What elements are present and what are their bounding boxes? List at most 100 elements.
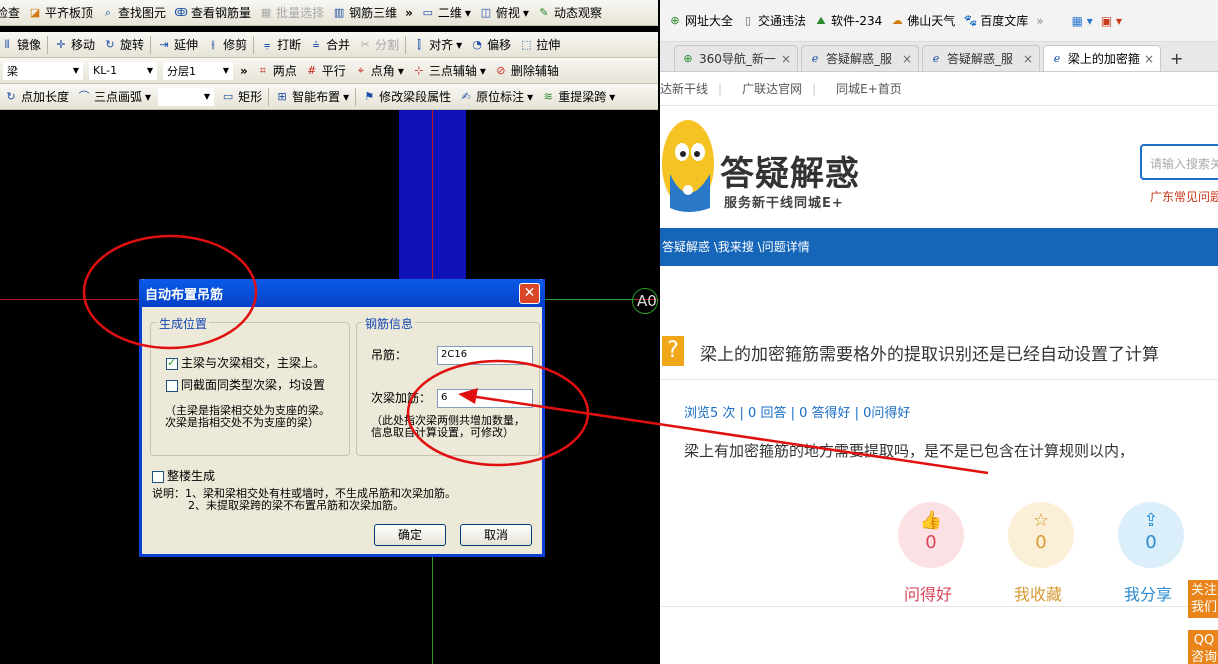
three-point-axis-button[interactable]: ⊹ 三点辅轴 ▾ [408, 60, 490, 82]
break-button[interactable]: ⩦ 打断 [256, 34, 305, 56]
two-point-button[interactable]: ⌗ 两点 [252, 60, 301, 82]
align-icon: ⫿ [417, 37, 421, 51]
browser-tab[interactable]: ℯ 答疑解惑_服 × [801, 45, 919, 71]
dynamic-view-button[interactable]: ✎ 动态观察 [533, 2, 606, 24]
ok-button[interactable]: 确定 [374, 524, 446, 546]
merge-button[interactable]: ⩮ 合并 [305, 34, 354, 56]
bookmark-item[interactable]: ☁ 佛山天气 [890, 12, 956, 29]
point-length-button[interactable]: ↻ 点加长度 [0, 86, 73, 108]
point-length-icon: ↻ [6, 89, 16, 103]
apps-icon[interactable]: ▦ ▾ [1072, 14, 1093, 28]
cad-toolbar-3: 梁 ▼ KL-1 ▼ 分层1 ▼ » ⌗ 两点 # 平行 ⌖ 点角 ▾ ⊹ 三点辅轴 ▾ ⊘ 删… [0, 58, 658, 84]
three-point-arc-dropdown[interactable]: ⌒ 三点画弧 ▾ [73, 86, 155, 108]
search-input[interactable]: 请输入搜索关 [1140, 144, 1218, 180]
bookmarks-more-button[interactable]: » [1036, 14, 1043, 28]
batch-select-button[interactable]: ▦ 批量选择 [255, 2, 328, 24]
new-tab-button[interactable]: + [1164, 45, 1190, 71]
star-icon: ☆ [1032, 510, 1050, 531]
bookmark-item[interactable]: ⛰ 软件-234 [814, 12, 882, 29]
browser-tab-active[interactable]: ℯ 梁上的加密箍 × [1043, 45, 1161, 71]
browser-tab[interactable]: ⊕ 360导航_新一 × [674, 45, 798, 71]
top-link[interactable]: 广联达官网 [742, 80, 802, 97]
top-view-dropdown[interactable]: ◫ 俯视 ▾ [475, 2, 533, 24]
bookmark-item[interactable]: ⊕ 网址大全 [668, 12, 733, 29]
checkbox-whole-building[interactable] [152, 470, 164, 483]
rebar-3d-icon: ▥ [333, 5, 345, 19]
dynamic-view-icon: ✎ [539, 5, 549, 19]
element-name-select[interactable]: KL-1 ▼ [89, 61, 157, 80]
green-grid-line [540, 299, 635, 300]
plus-circle-icon: ⊕ [670, 13, 680, 27]
divider [660, 606, 1218, 607]
qq-consult-button[interactable]: QQ咨询 [1188, 630, 1218, 664]
flat-slab-top-button[interactable]: ◪ 平齐板顶 [24, 2, 97, 24]
offset-button[interactable]: ◔ 偏移 [466, 34, 515, 56]
option-same-section[interactable]: 同截面同类型次梁，均设置 [166, 376, 325, 393]
top-link[interactable]: 达新干线 [660, 80, 708, 97]
element-type-select[interactable]: 梁 ▼ [3, 61, 83, 80]
pdf-icon[interactable]: ▣ ▾ [1101, 14, 1122, 28]
toolbar-more-button[interactable]: » [401, 2, 417, 24]
close-button[interactable]: ✕ [519, 283, 540, 304]
rebar-3d-button[interactable]: ▥ 钢筋三维 [328, 2, 401, 24]
option-main-secondary[interactable]: 主梁与次梁相交，主梁上。 [166, 354, 325, 371]
toolbar-separator [405, 35, 407, 54]
bookmark-item[interactable]: ▯ 交通违法 [741, 12, 806, 29]
find-element-button[interactable]: ⌕ 查找图元 [97, 2, 170, 24]
merge-icon: ⩮ [312, 37, 320, 51]
re-extract-span-dropdown[interactable]: ≋ 重提梁跨 ▾ [537, 86, 619, 108]
question-icon: ? [662, 336, 684, 366]
whole-building-option[interactable]: 整楼生成 [152, 467, 215, 484]
hot-questions-link[interactable]: 广东常见问题 [1150, 188, 1218, 205]
check-button[interactable]: 检查 [0, 2, 24, 24]
rebar-group: 钢筋信息 吊筋： 2C16 次梁加筋： 6 （此处指次梁两侧共增加数量， 信息取自… [356, 315, 540, 456]
checkbox-main-secondary[interactable] [166, 356, 178, 370]
share-button[interactable]: ⇪ 0 [1118, 502, 1184, 568]
follow-us-button[interactable]: 关注我们 [1188, 580, 1218, 618]
site-e-icon: ℯ [932, 51, 940, 65]
mirror-icon: ⫴ [4, 37, 10, 51]
flat-slab-icon: ◪ [29, 5, 41, 19]
bookmark-item[interactable]: 🐾 百度文库 [963, 12, 1028, 29]
align-dropdown[interactable]: ⫿ 对齐 ▾ [408, 34, 466, 56]
close-tab-icon[interactable]: × [1023, 52, 1033, 66]
extend-button[interactable]: ⇥ 延伸 [153, 34, 202, 56]
view-2d-dropdown[interactable]: ▭ 二维 ▾ [417, 2, 475, 24]
cancel-button[interactable]: 取消 [460, 524, 532, 546]
hanger-input[interactable]: 2C16 [437, 346, 533, 365]
mirror-button[interactable]: ⫴ 镜像 [0, 34, 45, 56]
close-tab-icon[interactable]: × [781, 52, 791, 66]
rotate-button[interactable]: ↻ 旋转 [99, 34, 148, 56]
move-icon: ✛ [56, 37, 66, 51]
split-button[interactable]: ✂ 分割 [354, 34, 403, 56]
trim-button[interactable]: ⫲ 修剪 [202, 34, 251, 56]
point-angle-dropdown[interactable]: ⌖ 点角 ▾ [350, 60, 408, 82]
like-button[interactable]: 👍 0 [898, 502, 964, 568]
move-button[interactable]: ✛ 移动 [50, 34, 99, 56]
checkbox-same-section[interactable] [166, 379, 178, 392]
two-point-icon: ⌗ [259, 63, 266, 77]
close-tab-icon[interactable]: × [902, 52, 912, 66]
thumbs-up-icon: 👍 [919, 510, 943, 531]
view-rebar-qty-button[interactable]: ↂ 查看钢筋量 [170, 2, 255, 24]
question-title: 梁上的加密箍筋需要格外的提取识别还是已经自动设置了计算 [700, 345, 1159, 365]
modify-span-button[interactable]: ⚑ 修改梁段属性 [358, 86, 455, 108]
top-view-icon: ◫ [480, 5, 492, 19]
break-icon: ⩦ [263, 37, 271, 51]
nav360-icon: ⊕ [683, 51, 693, 65]
secondary-input[interactable]: 6 [437, 389, 533, 408]
top-link[interactable]: 同城E+首页 [836, 80, 902, 97]
question-stats: 浏览5 次 | 0 回答 | 0 答得好 | 0问得好 [684, 406, 911, 421]
in-place-label-dropdown[interactable]: ✍ 原位标注 ▾ [455, 86, 537, 108]
delete-axis-button[interactable]: ⊘ 删除辅轴 [490, 60, 563, 82]
parallel-button[interactable]: # 平行 [301, 60, 350, 82]
stretch-button[interactable]: ⬚ 拉伸 [515, 34, 564, 56]
browser-tab[interactable]: ℯ 答疑解惑_服 × [922, 45, 1040, 71]
toolbar-more-button[interactable]: » [236, 60, 252, 82]
favorite-button[interactable]: ☆ 0 [1008, 502, 1074, 568]
rectangle-button[interactable]: ▭ 矩形 [217, 86, 266, 108]
close-tab-icon[interactable]: × [1144, 52, 1154, 66]
layer-select[interactable]: 分层1 ▼ [163, 61, 233, 80]
arc-option-select[interactable]: ▼ [158, 87, 215, 106]
smart-layout-dropdown[interactable]: ⊞ 智能布置 ▾ [271, 86, 353, 108]
